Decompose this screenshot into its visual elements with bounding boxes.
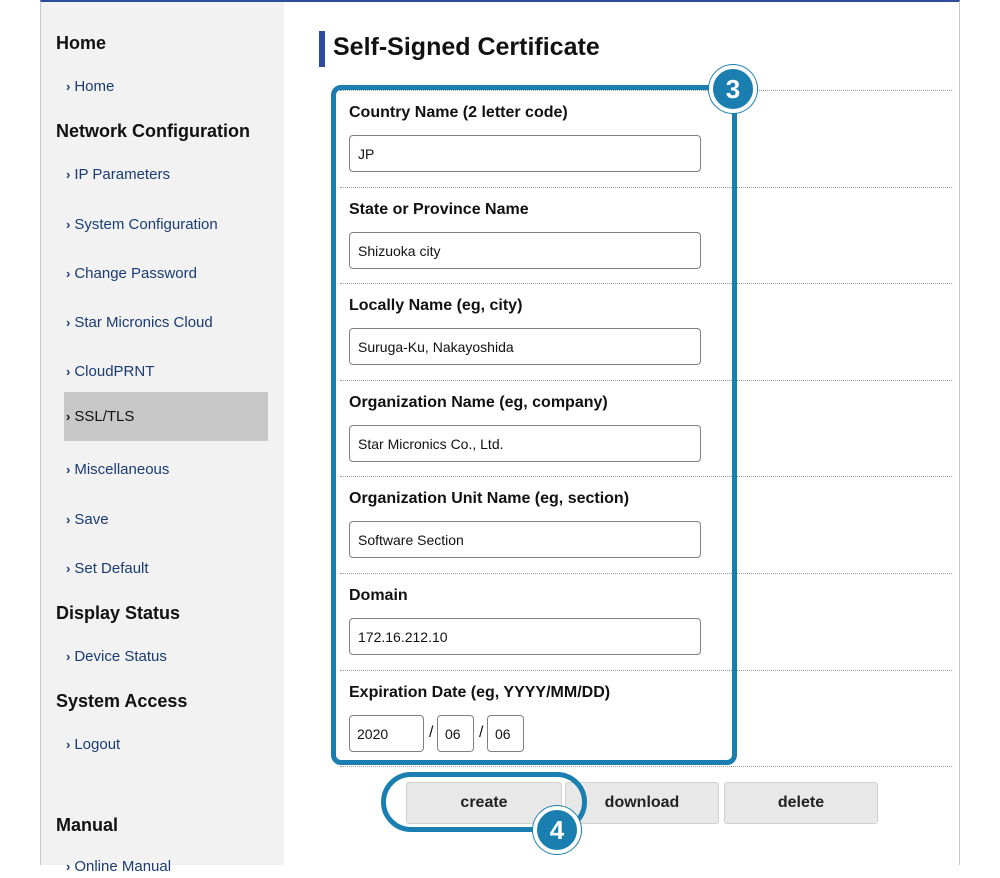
sidebar-section-home: Home [56,33,107,53]
country-name-label: Country Name (2 letter code) [349,104,568,121]
date-separator: / [429,724,434,741]
row-divider [340,670,952,671]
step-4-badge: 4 [533,806,581,854]
title-accent-bar [319,31,325,67]
sidebar-item-label: Home [74,78,115,95]
sidebar-item-label: Star Micronics Cloud [74,314,213,331]
sidebar-item-label: IP Parameters [74,166,170,183]
sidebar-item-label: System Configuration [74,216,218,233]
sidebar-item-set-default[interactable]: › Set Default [66,558,270,580]
domain-input[interactable] [349,618,701,655]
expiration-year-input[interactable] [349,715,424,752]
sidebar-section-system-access: System Access [56,691,188,711]
row-divider [340,766,952,767]
chevron-right-icon: › [66,364,71,379]
chevron-right-icon: › [66,79,71,94]
sidebar-item-system-configuration[interactable]: › System Configuration [66,214,270,236]
sidebar-item-label: CloudPRNT [74,363,155,380]
step-3-badge: 3 [709,65,757,113]
organization-unit-input[interactable] [349,521,701,558]
page-title: Self-Signed Certificate [333,33,600,61]
delete-button[interactable]: delete [724,782,878,824]
sidebar-item-label: Device Status [74,648,167,665]
sidebar-item-label: Save [74,511,109,528]
expiration-date-label: Expiration Date (eg, YYYY/MM/DD) [349,684,611,701]
sidebar-section-network: Network Configuration [56,121,250,141]
expiration-month-input[interactable] [437,715,474,752]
row-divider [340,380,952,381]
sidebar-item-online-manual[interactable]: › Online Manual [66,856,270,878]
sidebar-section-display-status: Display Status [56,603,181,623]
organization-name-label: Organization Name (eg, company) [349,394,608,411]
chevron-right-icon: › [66,266,71,281]
date-separator: / [479,724,484,741]
sidebar-section-manual: Manual [56,815,119,835]
chevron-right-icon: › [66,859,71,874]
sidebar-item-star-micronics-cloud[interactable]: › Star Micronics Cloud [66,312,270,334]
row-divider [340,187,952,188]
domain-label: Domain [349,587,408,604]
sidebar-item-logout[interactable]: › Logout [66,734,270,756]
sidebar-item-cloudprnt[interactable]: › CloudPRNT [66,361,270,383]
sidebar-item-label: Change Password [74,265,197,282]
chevron-right-icon: › [66,409,71,424]
sidebar-item-label: Online Manual [74,858,172,875]
chevron-right-icon: › [66,315,71,330]
row-divider [340,90,952,91]
locality-name-label: Locally Name (eg, city) [349,297,523,314]
chevron-right-icon: › [66,512,71,527]
chevron-right-icon: › [66,649,71,664]
locality-name-input[interactable] [349,328,701,365]
sidebar-item-save[interactable]: › Save [66,509,270,531]
sidebar-item-device-status[interactable]: › Device Status [66,646,270,668]
chevron-right-icon: › [66,167,71,182]
chevron-right-icon: › [66,217,71,232]
sidebar-item-miscellaneous[interactable]: › Miscellaneous [66,459,270,481]
sidebar-item-ip-parameters[interactable]: › IP Parameters [66,164,270,186]
state-name-label: State or Province Name [349,201,529,218]
chevron-right-icon: › [66,462,71,477]
sidebar-item-change-password[interactable]: › Change Password [66,263,270,285]
sidebar-item-label: Logout [74,736,121,753]
download-button[interactable]: download [565,782,719,824]
chevron-right-icon: › [66,561,71,576]
sidebar-item-home[interactable]: › Home [66,76,270,98]
sidebar-item-label: Miscellaneous [74,461,170,478]
chevron-right-icon: › [66,737,71,752]
country-name-input[interactable] [349,135,701,172]
sidebar-item-ssl-tls[interactable]: › SSL/TLS [64,392,268,441]
sidebar-item-label: Set Default [74,560,149,577]
organization-name-input[interactable] [349,425,701,462]
row-divider [340,476,952,477]
sidebar-item-label: SSL/TLS [74,408,135,425]
organization-unit-label: Organization Unit Name (eg, section) [349,490,630,507]
row-divider [340,573,952,574]
row-divider [340,283,952,284]
state-name-input[interactable] [349,232,701,269]
expiration-day-input[interactable] [487,715,524,752]
